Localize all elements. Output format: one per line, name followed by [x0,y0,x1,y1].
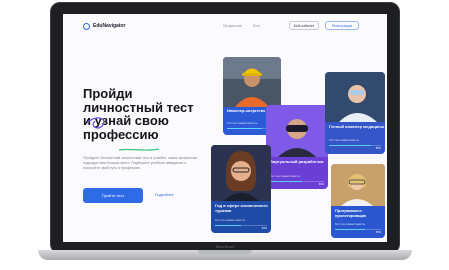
card-subtitle: Тест на совместимость [270,174,301,178]
underline-scribble-icon [86,117,160,151]
card-progress-track [329,145,381,147]
card-progress-fill [335,229,365,231]
laptop-brand: MacBook [216,244,235,249]
engineer-photo-icon [223,57,281,107]
laptop-frame: MacBook EduNavigator • • Профессии Блог … [38,0,412,262]
profession-card-space-guide[interactable]: Гид в сфере космического туризма Тест на… [211,145,271,233]
profession-card-vr-developer[interactable]: Виртуальный разработчик Тест на совмести… [266,105,328,189]
hero-title-line: Пройди [83,86,133,101]
more-link[interactable]: Подробнее [155,193,174,197]
card-progress-fill [270,181,303,183]
card-progress-track [335,229,381,231]
card-progress-fill [329,145,371,147]
card-title: Программист-проектировщик [335,208,367,218]
register-button[interactable]: Регистрация [325,21,359,30]
card-subtitle: Тест на совместимость [227,121,258,125]
guide-photo-icon [211,145,271,201]
logo-icon[interactable] [83,23,90,30]
card-progress-text: 80% [375,147,381,150]
card-progress-text: 60% [318,183,324,186]
card-title: Виртуальный разработчик [270,159,324,164]
hero-description: Пройдите бесплатный личностный тест и уз… [83,156,198,170]
logo-subtitle: • • [120,23,124,28]
card-progress-track [215,225,267,227]
card-title: Гид в сфере космического туризма [215,203,268,213]
nav-link-blog[interactable]: Блог [253,24,261,28]
profession-card-programmer[interactable]: Программист-проектировщик Тест на совмес… [331,164,385,238]
scientist-photo-icon [325,72,385,122]
hero-title-line: личностный тест [83,99,194,115]
card-progress-fill [215,225,241,227]
card-progress-text: 50% [261,227,267,230]
laptop-notch [198,250,252,254]
programmer-photo-icon [331,164,385,206]
card-title: Генный инженер медицины [329,124,385,129]
take-test-button[interactable]: Пройти тест [83,188,143,203]
card-progress-fill [227,128,262,130]
login-button[interactable]: Мой кабинет [289,21,319,30]
nav-link-professions[interactable]: Профессии [223,24,242,28]
profession-card-genetic-engineer[interactable]: Генный инженер медицины Тест на совмести… [325,72,385,154]
card-subtitle: Тест на совместимость [329,138,360,142]
card-subtitle: Тест на совместимость [215,218,246,222]
vr-developer-photo-icon [266,105,328,157]
top-nav: EduNavigator • • Профессии Блог Мой каби… [63,14,387,36]
card-title: Инженер-энергетик [227,108,266,113]
card-progress-track [270,181,324,183]
card-subtitle: Тест на совместимость [335,222,366,226]
card-progress-text: 65% [375,231,381,234]
website-screen: EduNavigator • • Профессии Блог Мой каби… [63,14,387,242]
